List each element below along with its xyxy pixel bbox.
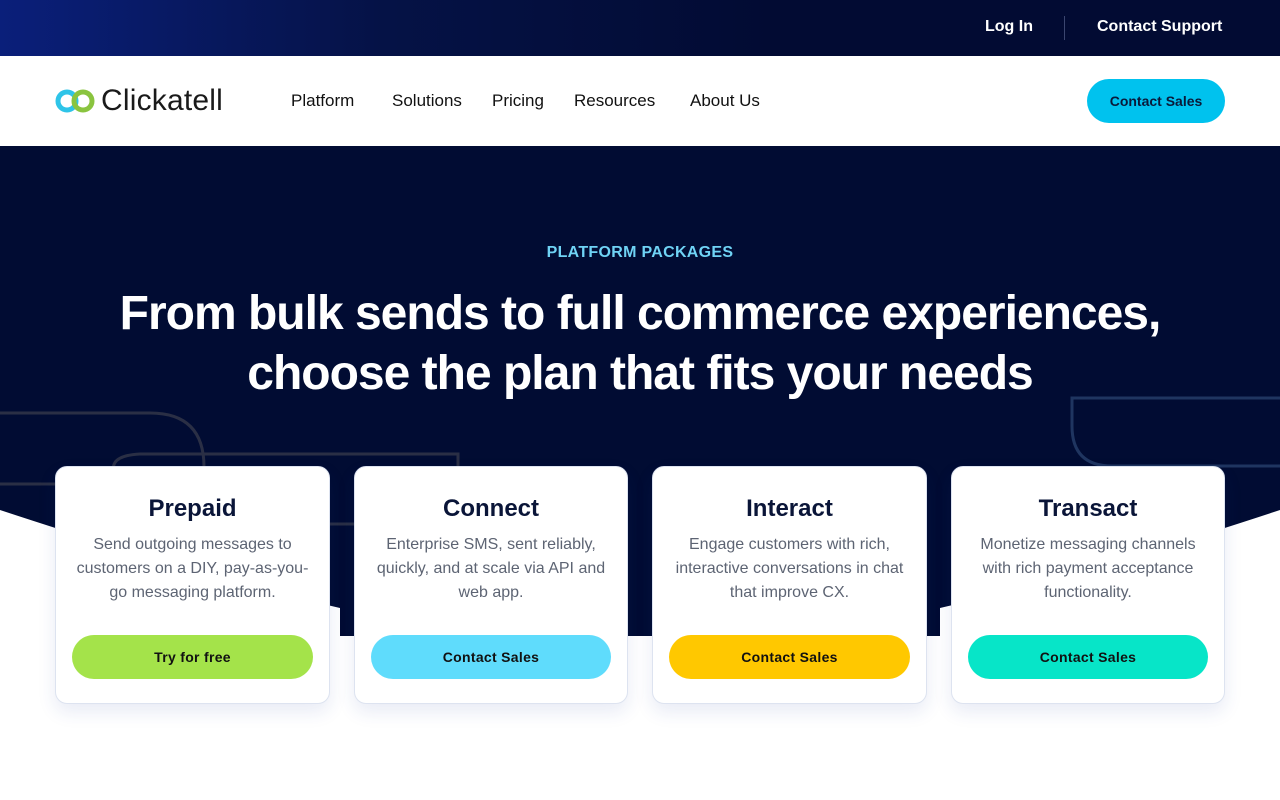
main-nav: Clickatell Platform Solutions Pricing Re…: [0, 56, 1280, 146]
clickatell-logo-icon: [55, 89, 95, 113]
try-for-free-button[interactable]: Try for free: [72, 635, 313, 679]
nav-item-pricing[interactable]: Pricing: [492, 91, 544, 111]
nav-item-solutions[interactable]: Solutions: [392, 91, 462, 111]
logo[interactable]: Clickatell: [55, 84, 224, 117]
package-cards: Prepaid Send outgoing messages to custom…: [55, 466, 1225, 704]
section-eyebrow: PLATFORM PACKAGES: [546, 244, 734, 261]
nav-item-platform[interactable]: Platform: [291, 91, 354, 111]
divider: [1064, 16, 1065, 40]
login-link[interactable]: Log In: [985, 18, 1033, 36]
contact-sales-button[interactable]: Contact Sales: [669, 635, 910, 679]
logo-text: Clickatell: [101, 84, 224, 117]
contact-sales-button[interactable]: Contact Sales: [968, 635, 1208, 679]
card-description: Enterprise SMS, sent reliably, quickly, …: [376, 536, 606, 601]
card-title: Connect: [443, 495, 539, 522]
card-description: Monetize messaging channels with rich pa…: [980, 536, 1196, 601]
nav-item-resources[interactable]: Resources: [574, 91, 655, 111]
package-card-prepaid: Prepaid Send outgoing messages to custom…: [55, 466, 330, 704]
card-title: Transact: [1038, 495, 1138, 522]
package-card-connect: Connect Enterprise SMS, sent reliably, q…: [354, 466, 628, 704]
card-description: Engage customers with rich, interactive …: [675, 536, 904, 601]
contact-support-link[interactable]: Contact Support: [1097, 18, 1222, 36]
contact-sales-button[interactable]: Contact Sales: [371, 635, 611, 679]
package-card-transact: Transact Monetize messaging channels wit…: [951, 466, 1225, 704]
nav-item-about-us[interactable]: About Us: [690, 91, 760, 111]
package-card-interact: Interact Engage customers with rich, int…: [652, 466, 927, 704]
card-description: Send outgoing messages to customers on a…: [76, 536, 309, 601]
utility-bar: Log In Contact Support: [0, 0, 1280, 56]
card-title: Prepaid: [148, 495, 237, 522]
contact-sales-button[interactable]: Contact Sales: [1087, 79, 1225, 123]
card-title: Interact: [746, 495, 833, 522]
page-title: From bulk sends to full commerce experie…: [119, 287, 1162, 400]
